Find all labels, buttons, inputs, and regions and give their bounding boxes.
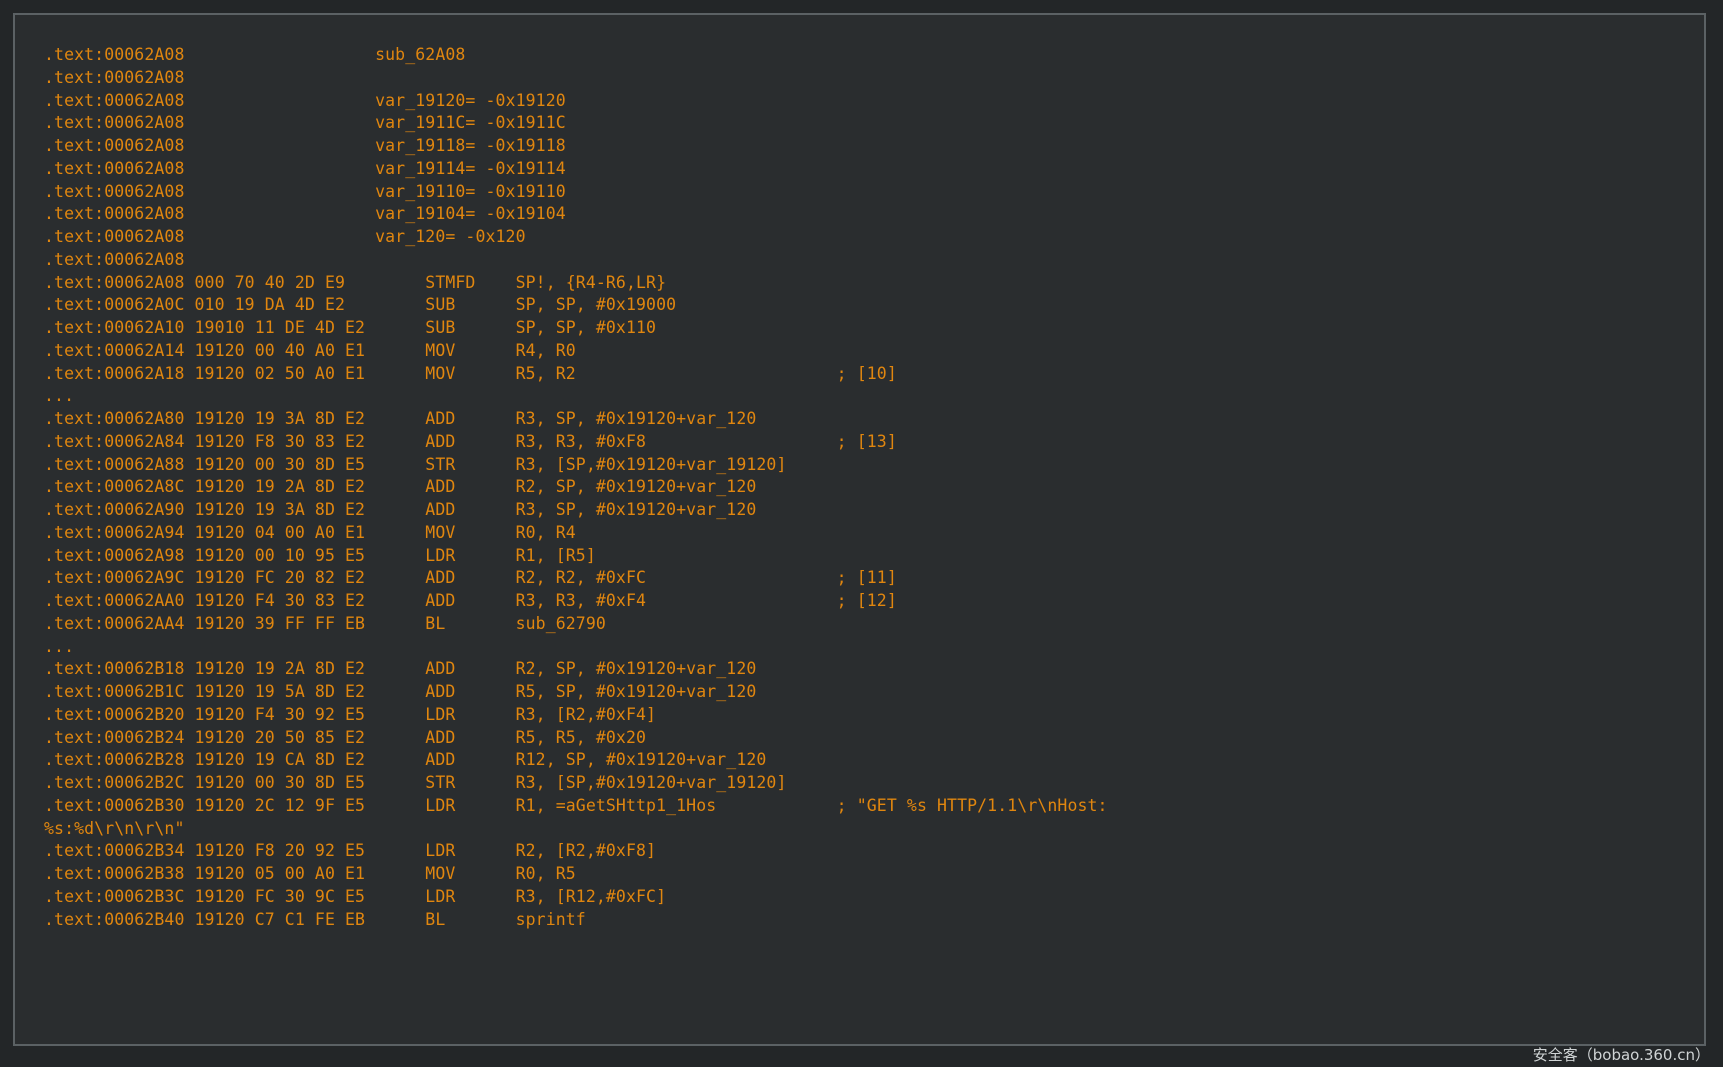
listing-line: .text:00062A18 19120 02 50 A0 E1 MOV R5,…	[44, 363, 1108, 386]
listing-line: .text:00062AA0 19120 F4 30 83 E2 ADD R3,…	[44, 590, 1108, 613]
listing-line: .text:00062B30 19120 2C 12 9F E5 LDR R1,…	[44, 795, 1108, 818]
listing-line: .text:00062A08 var_19118= -0x19118	[44, 135, 1108, 158]
listing-line: .text:00062B2C 19120 00 30 8D E5 STR R3,…	[44, 772, 1108, 795]
listing-line: .text:00062A90 19120 19 3A 8D E2 ADD R3,…	[44, 499, 1108, 522]
listing-line: .text:00062A08 var_1911C= -0x1911C	[44, 112, 1108, 135]
listing-line: .text:00062B40 19120 C7 C1 FE EB BL spri…	[44, 909, 1108, 932]
listing-line: .text:00062A08 var_19104= -0x19104	[44, 203, 1108, 226]
listing-line: .text:00062B18 19120 19 2A 8D E2 ADD R2,…	[44, 658, 1108, 681]
listing-line: %s:%d\r\n\r\n"	[44, 818, 1108, 841]
listing-line: .text:00062A0C 010 19 DA 4D E2 SUB SP, S…	[44, 294, 1108, 317]
listing-line: .text:00062B38 19120 05 00 A0 E1 MOV R0,…	[44, 863, 1108, 886]
listing-line: .text:00062A08 sub_62A08	[44, 44, 1108, 67]
listing-line: .text:00062A88 19120 00 30 8D E5 STR R3,…	[44, 454, 1108, 477]
listing-line: .text:00062A94 19120 04 00 A0 E1 MOV R0,…	[44, 522, 1108, 545]
listing-line: .text:00062B1C 19120 19 5A 8D E2 ADD R5,…	[44, 681, 1108, 704]
listing-line: .text:00062A08 var_19120= -0x19120	[44, 90, 1108, 113]
listing-line: .text:00062B28 19120 19 CA 8D E2 ADD R12…	[44, 749, 1108, 772]
listing-line: .text:00062B24 19120 20 50 85 E2 ADD R5,…	[44, 727, 1108, 750]
listing-line: ...	[44, 385, 1108, 408]
listing-line: .text:00062A08	[44, 249, 1108, 272]
listing-line: .text:00062B20 19120 F4 30 92 E5 LDR R3,…	[44, 704, 1108, 727]
disassembly-panel: .text:00062A08 sub_62A08.text:00062A08.t…	[13, 13, 1706, 1046]
listing-line: .text:00062A84 19120 F8 30 83 E2 ADD R3,…	[44, 431, 1108, 454]
listing-line: .text:00062B34 19120 F8 20 92 E5 LDR R2,…	[44, 840, 1108, 863]
watermark: 安全客（bobao.360.cn）	[1533, 1044, 1710, 1065]
listing-line: ...	[44, 636, 1108, 659]
listing-line: .text:00062A9C 19120 FC 20 82 E2 ADD R2,…	[44, 567, 1108, 590]
listing-line: .text:00062A08	[44, 67, 1108, 90]
listing-line: .text:00062A08 var_120= -0x120	[44, 226, 1108, 249]
listing-line: .text:00062A80 19120 19 3A 8D E2 ADD R3,…	[44, 408, 1108, 431]
listing-line: .text:00062AA4 19120 39 FF FF EB BL sub_…	[44, 613, 1108, 636]
listing-line: .text:00062A08 000 70 40 2D E9 STMFD SP!…	[44, 272, 1108, 295]
listing-line: .text:00062A08 var_19114= -0x19114	[44, 158, 1108, 181]
listing-line: .text:00062A14 19120 00 40 A0 E1 MOV R4,…	[44, 340, 1108, 363]
listing-line: .text:00062A08 var_19110= -0x19110	[44, 181, 1108, 204]
disassembly-listing: .text:00062A08 sub_62A08.text:00062A08.t…	[44, 44, 1108, 931]
listing-line: .text:00062A98 19120 00 10 95 E5 LDR R1,…	[44, 545, 1108, 568]
listing-line: .text:00062B3C 19120 FC 30 9C E5 LDR R3,…	[44, 886, 1108, 909]
listing-line: .text:00062A8C 19120 19 2A 8D E2 ADD R2,…	[44, 476, 1108, 499]
listing-line: .text:00062A10 19010 11 DE 4D E2 SUB SP,…	[44, 317, 1108, 340]
